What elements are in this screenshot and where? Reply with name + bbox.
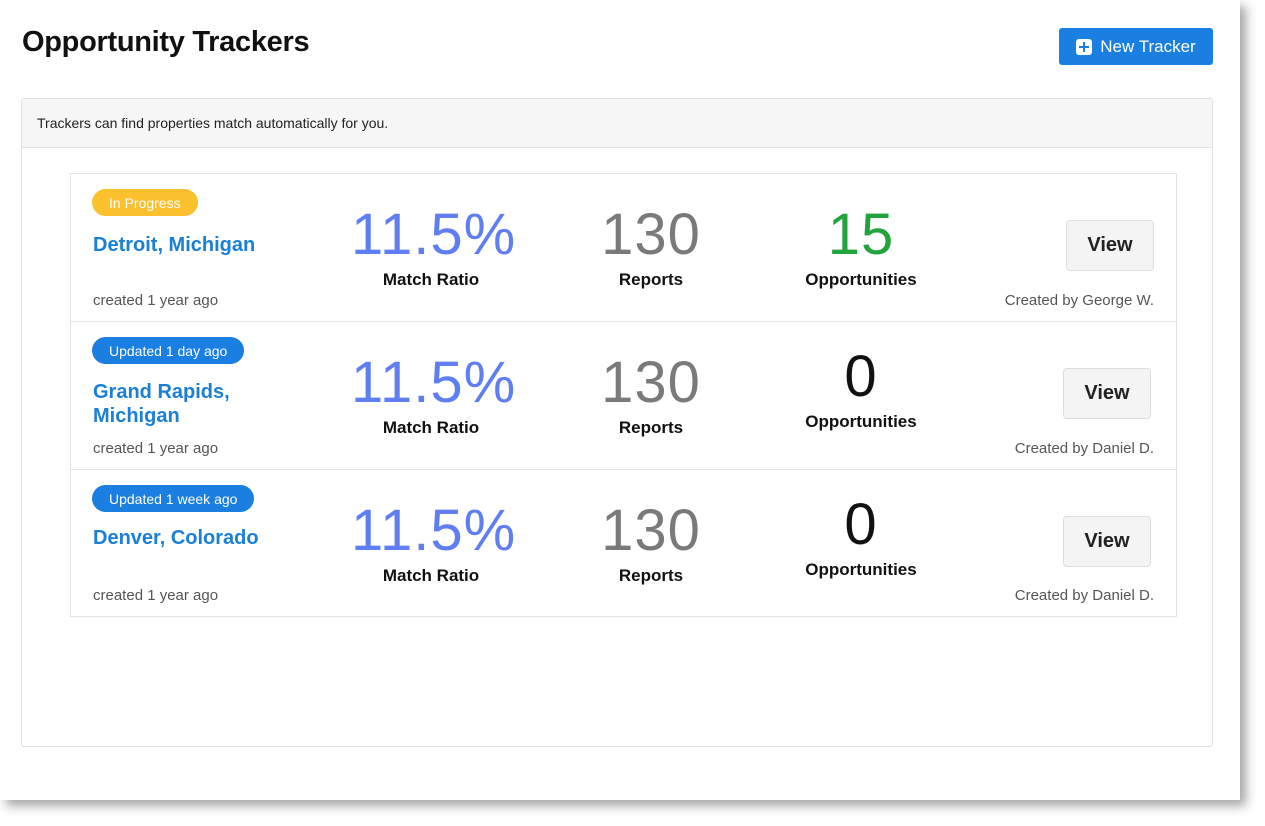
reports-value: 130 (601, 498, 701, 563)
status-badge: Updated 1 week ago (92, 485, 255, 512)
opportunities-value: 0 (844, 492, 878, 557)
match-ratio-stat: 11.5% Match Ratio (351, 498, 517, 586)
created-time: created 1 year ago (93, 587, 219, 604)
new-tracker-label: New Tracker (1100, 36, 1196, 56)
app-window: Opportunity Trackers New Tracker Tracker… (0, 0, 1240, 800)
match-ratio-label: Match Ratio (382, 566, 480, 585)
opportunities-label: Opportunities (805, 412, 917, 431)
panel-info-text: Trackers can find properties match autom… (22, 99, 1212, 148)
tracker-list: In Progress Detroit, Michigan created 1 … (70, 173, 1177, 617)
opportunities-label: Opportunities (805, 560, 917, 579)
tracker-row: In Progress Detroit, Michigan created 1 … (71, 174, 1176, 322)
reports-label: Reports (618, 566, 684, 585)
reports-value: 130 (601, 350, 701, 415)
created-time: created 1 year ago (93, 440, 219, 457)
view-button[interactable]: View (1063, 516, 1151, 567)
match-ratio-value: 11.5% (351, 350, 517, 415)
tracker-row: Updated 1 week ago Denver, Colorado crea… (71, 470, 1176, 616)
view-button[interactable]: View (1066, 220, 1154, 271)
match-ratio-stat: 11.5% Match Ratio (351, 202, 517, 290)
reports-stat: 130 Reports (581, 502, 721, 586)
creator-text: Created by Daniel D. (1014, 440, 1154, 457)
opportunities-value: 0 (844, 344, 878, 409)
match-ratio-stat: 11.5% Match Ratio (351, 350, 517, 438)
reports-label: Reports (618, 418, 684, 437)
match-ratio-value: 11.5% (351, 202, 517, 267)
reports-stat: 130 Reports (581, 206, 721, 290)
match-ratio-value: 11.5% (351, 498, 517, 563)
reports-value: 130 (601, 202, 701, 267)
opportunities-stat: 0 Opportunities (781, 496, 941, 580)
creator-text: Created by Daniel D. (1014, 587, 1154, 604)
opportunities-label: Opportunities (805, 270, 917, 289)
tracker-row: Updated 1 day ago Grand Rapids, Michigan… (71, 322, 1176, 470)
status-badge: Updated 1 day ago (92, 337, 245, 364)
match-ratio-label: Match Ratio (382, 418, 480, 437)
tracker-location-link[interactable]: Grand Rapids, Michigan (93, 380, 313, 428)
opportunities-stat: 15 Opportunities (781, 206, 941, 290)
reports-stat: 130 Reports (581, 354, 721, 438)
view-button[interactable]: View (1063, 368, 1151, 419)
reports-label: Reports (618, 270, 684, 289)
plus-square-icon (1076, 38, 1093, 55)
tracker-location-link[interactable]: Detroit, Michigan (93, 233, 313, 257)
page-title: Opportunity Trackers (22, 26, 310, 58)
opportunities-stat: 0 Opportunities (781, 348, 941, 432)
status-badge: In Progress (92, 189, 198, 216)
tracker-location-link[interactable]: Denver, Colorado (93, 526, 313, 550)
opportunities-value: 15 (827, 202, 895, 267)
new-tracker-button[interactable]: New Tracker (1059, 28, 1213, 65)
trackers-panel: Trackers can find properties match autom… (21, 98, 1213, 747)
match-ratio-label: Match Ratio (382, 270, 480, 289)
created-time: created 1 year ago (93, 292, 219, 309)
creator-text: Created by George W. (1004, 292, 1154, 309)
